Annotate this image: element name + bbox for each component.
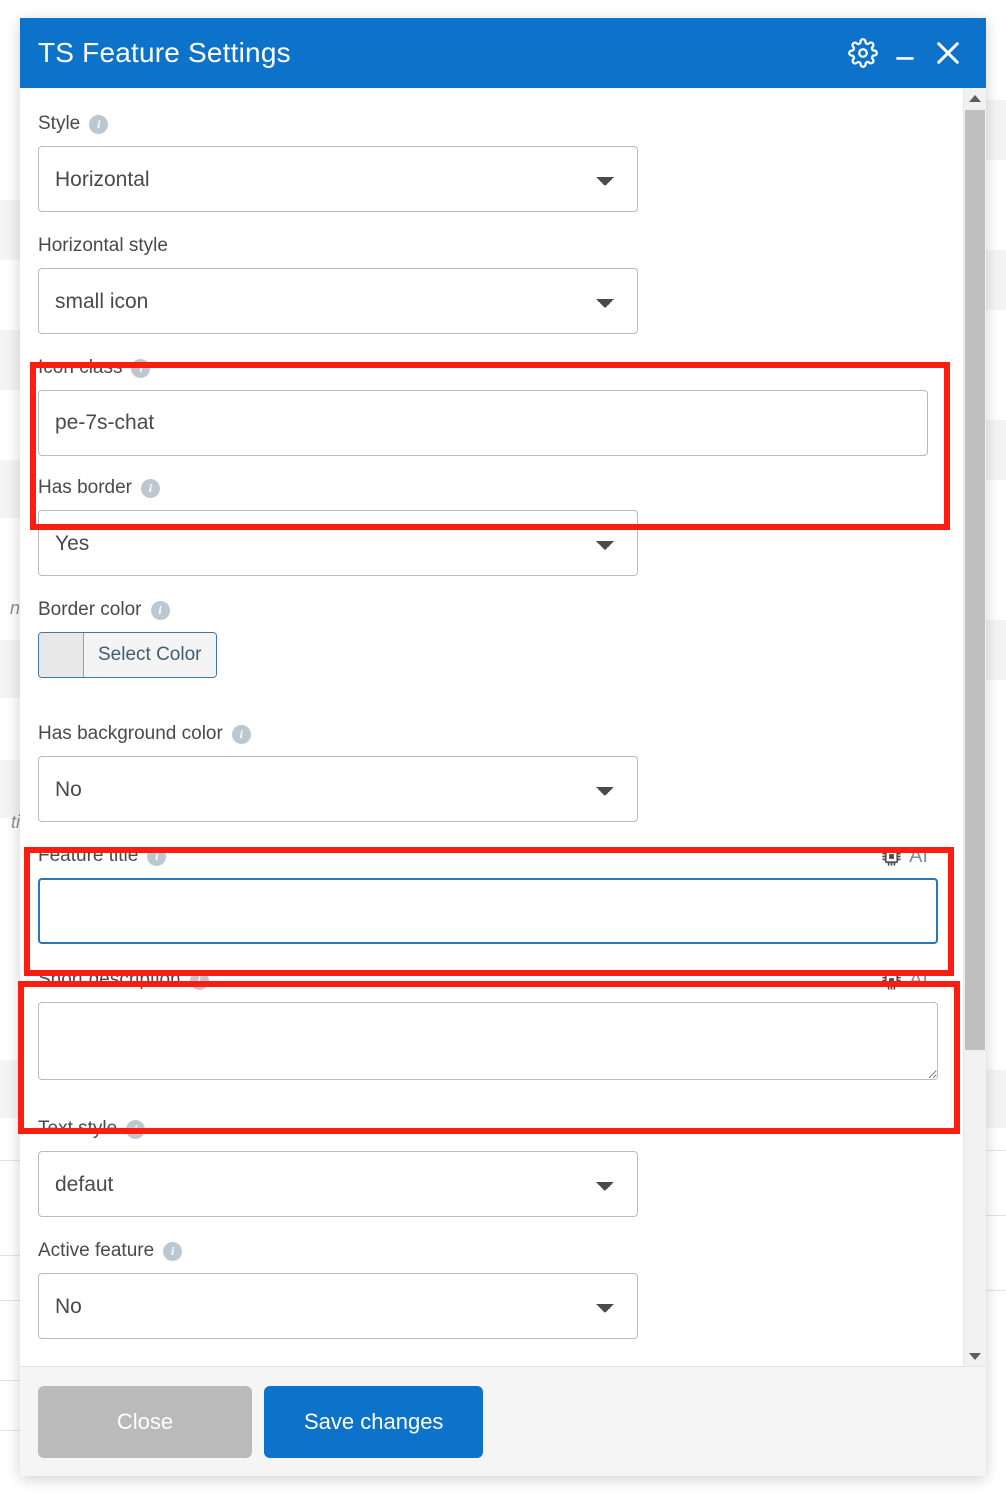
field-feature-title: Feature title i (38, 842, 964, 944)
field-label-active-feature: Active feature (38, 1240, 154, 1262)
info-icon[interactable]: i (141, 479, 160, 498)
field-horizontal-style: Horizontal style small icon (38, 232, 964, 334)
close-icon[interactable] (932, 37, 964, 69)
info-icon[interactable]: i (126, 1120, 145, 1139)
scroll-up-arrow-icon[interactable] (964, 88, 986, 108)
close-button[interactable]: Close (38, 1386, 252, 1458)
page-title: TS Feature Settings (38, 37, 848, 69)
scroll-down-arrow-icon[interactable] (964, 1346, 986, 1366)
info-icon[interactable]: i (89, 115, 108, 134)
has-background-color-select[interactable]: No (38, 756, 638, 822)
ai-generate-short-description-button[interactable]: AI (880, 969, 964, 992)
scrollbar-thumb[interactable] (965, 110, 985, 1050)
field-has-border: Has border i Yes (38, 474, 964, 576)
field-label-horizontal-style: Horizontal style (38, 235, 168, 257)
modal-body: Style i Horizontal Horizontal style smal… (20, 88, 986, 1366)
field-style: Style i Horizontal (38, 110, 964, 212)
select-color-label: Select Color (84, 633, 216, 677)
field-label-icon-class: Icon class (38, 357, 122, 379)
modal-footer: Close Save changes (20, 1366, 986, 1476)
info-icon[interactable]: i (190, 971, 209, 990)
settings-form: Style i Horizontal Horizontal style smal… (20, 88, 964, 1366)
info-icon[interactable]: i (151, 601, 170, 620)
field-active-feature: Active feature i No (38, 1237, 964, 1339)
ai-generate-feature-title-button[interactable]: AI (880, 845, 964, 868)
gear-icon[interactable] (848, 38, 878, 68)
ai-label: AI (909, 845, 928, 868)
field-label-style: Style (38, 113, 80, 135)
field-label-text-style: Text style (38, 1118, 117, 1140)
field-border-color: Border color i Select Color (38, 596, 964, 682)
icon-class-input[interactable] (38, 390, 928, 456)
info-icon[interactable]: i (131, 359, 150, 378)
field-text-style: Text style i defaut (38, 1115, 964, 1217)
info-icon[interactable]: i (147, 847, 166, 866)
chip-icon (880, 969, 903, 992)
field-label-short-description: Short description (38, 969, 181, 991)
ts-feature-settings-modal: TS Feature Settings (20, 18, 986, 1476)
chip-icon (880, 845, 903, 868)
info-icon[interactable]: i (232, 725, 251, 744)
save-changes-button[interactable]: Save changes (264, 1386, 483, 1458)
style-select[interactable]: Horizontal (38, 146, 638, 212)
field-icon-class: Icon class i (38, 354, 964, 456)
active-feature-select[interactable]: No (38, 1273, 638, 1339)
select-color-button[interactable]: Select Color (38, 632, 217, 678)
modal-scrollbar[interactable] (963, 88, 986, 1366)
field-label-has-border: Has border (38, 477, 132, 499)
text-style-select[interactable]: defaut (38, 1151, 638, 1217)
field-label-has-background-color: Has background color (38, 723, 223, 745)
ai-label: AI (909, 969, 928, 992)
modal-header: TS Feature Settings (20, 18, 986, 88)
field-label-feature-title: Feature title (38, 845, 138, 867)
field-label-border-color: Border color (38, 599, 142, 621)
field-short-description: Short description i (38, 966, 964, 1085)
minimize-icon[interactable] (892, 40, 918, 66)
feature-title-input[interactable] (38, 878, 938, 944)
window-controls (848, 37, 964, 69)
info-icon[interactable]: i (163, 1242, 182, 1261)
color-swatch (39, 633, 84, 677)
horizontal-style-select[interactable]: small icon (38, 268, 638, 334)
field-has-background-color: Has background color i No (38, 720, 964, 822)
has-border-select[interactable]: Yes (38, 510, 638, 576)
short-description-textarea[interactable] (38, 1002, 938, 1080)
